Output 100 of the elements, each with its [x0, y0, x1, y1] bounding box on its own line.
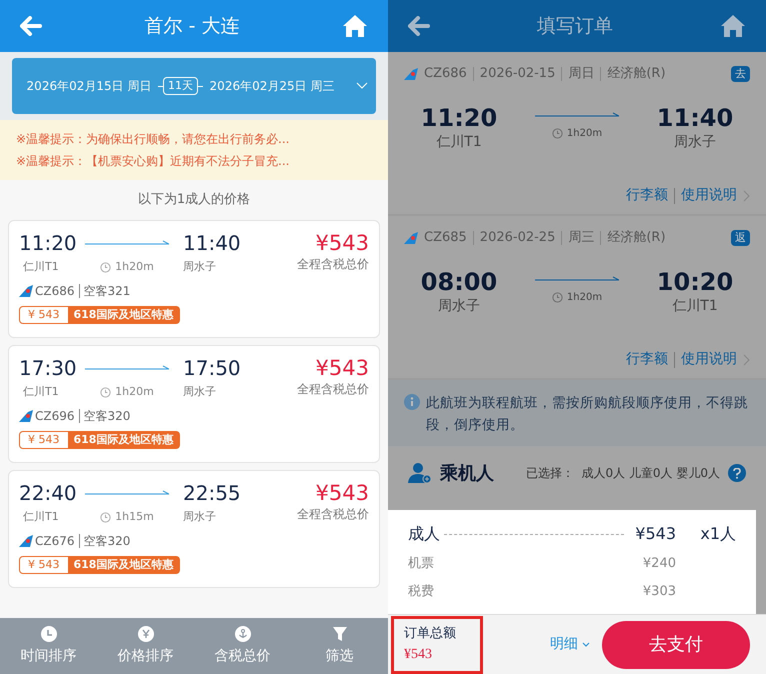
date-selector[interactable]: 2026年02月15日 周日 11天 2026年02月25日 周三 — [12, 58, 376, 114]
clock-icon — [100, 386, 112, 398]
arrival-time: 22:55 — [183, 481, 242, 505]
info-link[interactable]: 行李额 — [626, 185, 668, 206]
flight-price: ¥543 — [316, 231, 369, 255]
price-label: 全程含税总价 — [297, 381, 369, 398]
direction-badge: 返 — [731, 230, 750, 246]
fee-price: ¥240 — [642, 555, 676, 573]
sort-button[interactable]: 时间排序 — [0, 618, 97, 674]
arrival-time: 10:20 — [656, 268, 734, 296]
flight-date: 2026-02-25 — [480, 229, 556, 247]
flight-card[interactable]: 22:40 仁川T1 1h15m 22:55 周水子 ¥543 全程含税总价 CZ676 空客320 ¥ 543 618国际及地区特惠 — [8, 470, 380, 588]
add-passenger-icon[interactable] — [408, 462, 432, 484]
departure-airport: 仁川T1 — [22, 509, 60, 525]
sort-button[interactable]: 含税总价 — [194, 618, 291, 674]
departure-airport: 周水子 — [438, 296, 480, 316]
arrival-airport: 仁川T1 — [672, 296, 718, 316]
return-date: 2026年02月25日 周三 — [208, 78, 336, 94]
aircraft-type: 空客320 — [84, 408, 130, 424]
home-icon[interactable] — [720, 14, 746, 38]
fare-type: 成人 — [408, 523, 440, 545]
total-label: 订单总额 — [404, 625, 457, 644]
promo-label: 618国际及地区特惠 — [68, 432, 180, 448]
clock-icon — [100, 262, 112, 273]
info-link[interactable]: 使用说明 — [681, 185, 737, 206]
arrival-time: 11:40 — [183, 231, 242, 255]
info-link[interactable]: 使用说明 — [681, 349, 737, 370]
aircraft-type: 空客320 — [84, 532, 130, 550]
info-link[interactable]: 行李额 — [626, 349, 668, 370]
flight-arrow-icon — [85, 490, 169, 496]
departure-time: 17:30 — [19, 356, 78, 380]
flight-duration: 1h20m — [566, 290, 602, 304]
airline-tail-icon — [19, 284, 33, 296]
clock-icon — [552, 292, 563, 302]
direction-badge: 去 — [731, 66, 750, 82]
weekday: 周日 — [568, 65, 594, 83]
passenger-title: 乘机人 — [440, 462, 494, 486]
promo-price: ¥ 543 — [27, 556, 60, 572]
departure-airport: 仁川T1 — [436, 132, 482, 152]
clock-icon — [552, 128, 563, 138]
flight-card[interactable]: 17:30 仁川T1 1h20m 17:50 周水子 ¥543 全程含税总价 CZ696 空客320 ¥ 543 618国际及地区特惠 — [8, 345, 380, 463]
trip-days: 11天 — [163, 76, 198, 96]
passenger-count: 已选择： 成人0人 儿童0人 婴儿0人 — [526, 465, 720, 482]
flight-number: CZ685 — [424, 229, 467, 247]
yen-icon — [138, 626, 154, 642]
pay-button[interactable]: 去支付 — [602, 620, 750, 668]
clock-icon — [100, 512, 112, 523]
flight-duration: 1h20m — [115, 384, 154, 400]
clock-icon — [40, 626, 56, 642]
airline-tail-icon — [404, 68, 418, 80]
flight-arrow-icon — [85, 365, 169, 371]
fee-label: 税费 — [408, 582, 434, 600]
price-note: 以下为1成人的价格 — [138, 191, 250, 210]
header-title: 首尔 - 大连 — [144, 14, 240, 39]
arrival-airport: 周水子 — [183, 509, 217, 525]
arrival-airport: 周水子 — [674, 132, 716, 152]
chevron-right-icon — [743, 190, 750, 202]
airline-tail-icon — [19, 534, 33, 546]
departure-date: 2026年02月15日 周日 — [26, 78, 152, 94]
help-icon[interactable] — [728, 464, 746, 482]
sort-button[interactable]: 价格排序 — [97, 618, 194, 674]
chevron-right-icon — [743, 354, 750, 366]
header-title: 填写订单 — [536, 14, 614, 39]
cabin-class: 经济舱(R) — [607, 65, 666, 83]
flight-duration: 1h20m — [566, 126, 602, 140]
promo-price: ¥ 543 — [27, 306, 60, 322]
flight-number: CZ696 — [35, 408, 75, 424]
detail-toggle[interactable]: 明细 — [550, 634, 590, 655]
arrival-time: 11:40 — [656, 104, 734, 132]
fare-count: x1人 — [699, 523, 736, 545]
departure-airport: 仁川T1 — [22, 259, 60, 275]
fare-price: ¥543 — [634, 523, 676, 545]
arrival-airport: 周水子 — [183, 384, 217, 400]
flight-arrow-icon — [535, 276, 619, 282]
total-price: ¥543 — [404, 646, 433, 664]
flight-number: CZ686 — [35, 282, 75, 300]
flight-duration: 1h20m — [115, 259, 154, 275]
flight-card[interactable]: 11:20 仁川T1 1h20m 11:40 周水子 ¥543 全程含税总价 CZ686 空客321 ¥ 543 618国际及地区特惠 — [8, 220, 380, 338]
departure-time: 22:40 — [19, 481, 78, 505]
sort-button[interactable]: 筛选 — [291, 618, 388, 674]
notice-text[interactable]: ※温馨提示：为确保出行顺畅，请您在出行前务必... — [16, 130, 372, 148]
promo-price: ¥ 543 — [27, 432, 60, 448]
aircraft-type: 空客321 — [84, 282, 130, 300]
notice-text[interactable]: ※温馨提示：【机票安心购】近期有不法分子冒充... — [16, 152, 372, 170]
home-icon[interactable] — [342, 14, 368, 38]
promo-label: 618国际及地区特惠 — [68, 556, 180, 572]
filter-icon — [332, 626, 348, 642]
departure-time: 11:20 — [19, 231, 78, 255]
arrival-airport: 周水子 — [183, 259, 217, 275]
flight-number: CZ676 — [35, 532, 75, 550]
departure-time: 11:20 — [420, 104, 498, 132]
flight-price: ¥543 — [316, 481, 369, 505]
back-arrow-icon[interactable] — [408, 16, 430, 36]
flight-date: 2026-02-15 — [480, 65, 556, 83]
chevron-down-icon — [356, 82, 368, 90]
cabin-class: 经济舱(R) — [607, 229, 666, 247]
fee-price: ¥303 — [642, 582, 676, 600]
airline-tail-icon — [404, 232, 418, 244]
flight-number: CZ686 — [424, 65, 467, 83]
flight-arrow-icon — [535, 112, 619, 118]
